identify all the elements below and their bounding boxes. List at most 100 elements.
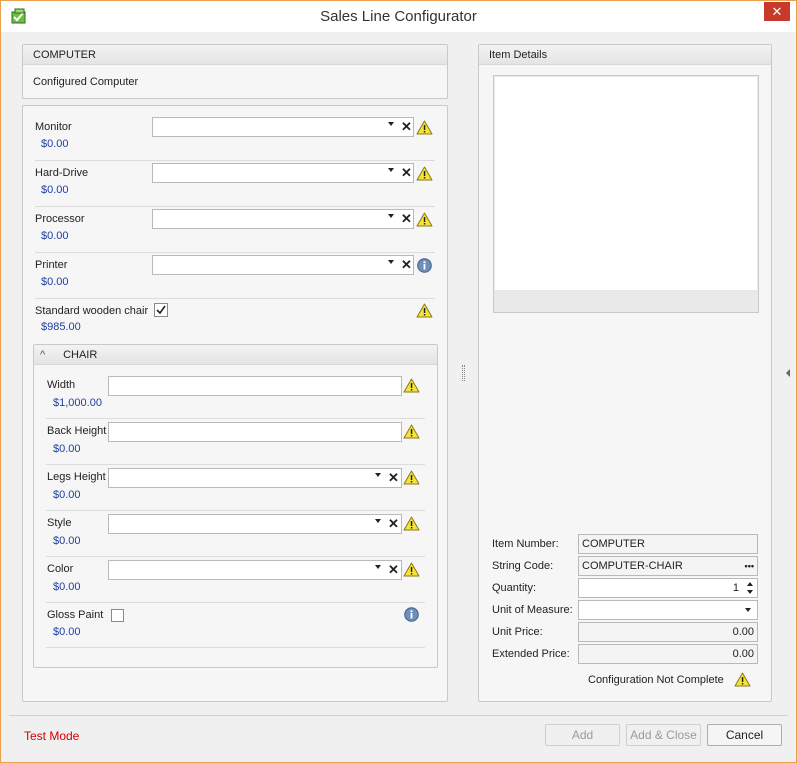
color-dropdown[interactable]: ✕ <box>108 560 402 580</box>
row-divider <box>46 602 425 603</box>
footer-divider <box>9 715 788 716</box>
chair-group-header[interactable]: ^ CHAIR <box>34 345 437 365</box>
clear-icon[interactable]: ✕ <box>401 119 412 135</box>
chevron-down-icon[interactable] <box>388 260 394 264</box>
string-code-field[interactable]: COMPUTER-CHAIR ••• <box>578 556 758 576</box>
color-price: $0.00 <box>53 581 81 593</box>
add-close-button[interactable]: Add & Close <box>626 724 701 746</box>
style-dropdown[interactable]: ✕ <box>108 514 402 534</box>
row-divider <box>46 418 425 419</box>
width-input[interactable] <box>108 376 402 396</box>
warning-icon <box>734 672 751 687</box>
chevron-down-icon[interactable] <box>375 565 381 569</box>
row-divider <box>46 464 425 465</box>
warning-icon <box>416 166 433 181</box>
warning-icon <box>403 562 420 577</box>
string-code-value: COMPUTER-CHAIR <box>582 560 683 572</box>
legs-height-price: $0.00 <box>53 489 81 501</box>
uom-label: Unit of Measure: <box>492 604 573 616</box>
warning-icon <box>403 516 420 531</box>
warning-icon <box>403 470 420 485</box>
monitor-dropdown[interactable]: ✕ <box>152 117 414 137</box>
unit-price-field[interactable]: 0.00 <box>578 622 758 642</box>
gloss-paint-price: $0.00 <box>53 626 81 638</box>
legs-height-dropdown[interactable]: ✕ <box>108 468 402 488</box>
row-divider <box>35 252 435 253</box>
info-icon[interactable] <box>404 607 419 622</box>
width-price: $1,000.00 <box>53 397 102 409</box>
collapse-icon[interactable]: ^ <box>40 345 54 365</box>
hard-drive-dropdown[interactable]: ✕ <box>152 163 414 183</box>
chair-option-label: Standard wooden chair <box>35 305 149 317</box>
legs-height-label: Legs Height <box>47 471 106 483</box>
gloss-paint-label: Gloss Paint <box>47 609 104 621</box>
clear-icon[interactable]: ✕ <box>401 257 412 273</box>
chevron-down-icon[interactable] <box>388 168 394 172</box>
warning-icon <box>403 424 420 439</box>
configurator-window: Sales Line Configurator ✕ COMPUTER Confi… <box>0 0 797 763</box>
uom-dropdown[interactable] <box>578 600 758 620</box>
clear-icon[interactable]: ✕ <box>388 562 399 578</box>
printer-dropdown[interactable]: ✕ <box>152 255 414 275</box>
warning-icon <box>416 120 433 135</box>
chair-group: ^ CHAIR Width $1,000.00 Back Height $0.0… <box>33 344 438 668</box>
item-details-panel: Item Details Item Number: COMPUTER Strin… <box>478 44 772 702</box>
clear-icon[interactable]: ✕ <box>388 516 399 532</box>
processor-dropdown[interactable]: ✕ <box>152 209 414 229</box>
row-divider <box>35 298 435 299</box>
row-divider <box>46 510 425 511</box>
printer-label: Printer <box>35 259 68 271</box>
quantity-value[interactable]: 1 <box>733 579 739 597</box>
quantity-label: Quantity: <box>492 582 537 594</box>
style-label: Style <box>47 517 72 529</box>
product-name: Configured Computer <box>33 76 139 88</box>
row-divider <box>35 206 435 207</box>
chevron-up-icon[interactable] <box>747 582 753 586</box>
chevron-down-icon[interactable] <box>388 214 394 218</box>
item-number-label: Item Number: <box>492 538 559 550</box>
product-panel: COMPUTER Configured Computer <box>22 44 448 99</box>
title-bar: Sales Line Configurator ✕ <box>1 1 796 32</box>
gloss-paint-checkbox[interactable] <box>111 609 124 622</box>
chevron-down-icon[interactable] <box>747 590 753 594</box>
monitor-price: $0.00 <box>41 138 69 150</box>
chair-option-checkbox[interactable] <box>154 303 168 317</box>
collapse-panel-arrow-icon[interactable] <box>786 369 790 377</box>
add-button[interactable]: Add <box>545 724 620 746</box>
hard-drive-label: Hard-Drive <box>35 167 89 179</box>
warning-icon <box>403 378 420 393</box>
product-header: COMPUTER <box>23 45 447 65</box>
test-mode-label: Test Mode <box>24 729 80 743</box>
clear-icon[interactable]: ✕ <box>401 211 412 227</box>
extended-price-value: 0.00 <box>732 648 754 660</box>
chevron-down-icon[interactable] <box>375 473 381 477</box>
ellipsis-button[interactable]: ••• <box>745 557 754 575</box>
style-price: $0.00 <box>53 535 81 547</box>
back-height-label: Back Height <box>47 425 107 437</box>
clear-icon[interactable]: ✕ <box>388 470 399 486</box>
row-divider <box>46 556 425 557</box>
quantity-stepper[interactable]: 1 <box>578 578 758 598</box>
chevron-down-icon[interactable] <box>388 122 394 126</box>
extended-price-field[interactable]: 0.00 <box>578 644 758 664</box>
item-number-field[interactable]: COMPUTER <box>578 534 758 554</box>
options-panel: Monitor $0.00 ✕ Hard-Drive $0.00 ✕ Proce… <box>22 105 448 702</box>
configuration-status: Configuration Not Complete <box>588 674 724 686</box>
clear-icon[interactable]: ✕ <box>401 165 412 181</box>
close-window-button[interactable]: ✕ <box>764 2 790 21</box>
chevron-down-icon[interactable] <box>745 608 751 612</box>
processor-price: $0.00 <box>41 230 69 242</box>
chevron-down-icon[interactable] <box>375 519 381 523</box>
back-height-input[interactable] <box>108 422 402 442</box>
chair-group-title: CHAIR <box>63 349 98 361</box>
cancel-button[interactable]: Cancel <box>707 724 782 746</box>
processor-label: Processor <box>35 213 85 225</box>
warning-icon <box>416 212 433 227</box>
info-icon[interactable] <box>417 258 432 273</box>
back-height-price: $0.00 <box>53 443 81 455</box>
string-code-label: String Code: <box>492 560 554 572</box>
warning-icon <box>416 303 433 318</box>
item-image-frame <box>493 75 759 313</box>
splitter-grip[interactable] <box>462 365 465 381</box>
hard-drive-price: $0.00 <box>41 184 69 196</box>
